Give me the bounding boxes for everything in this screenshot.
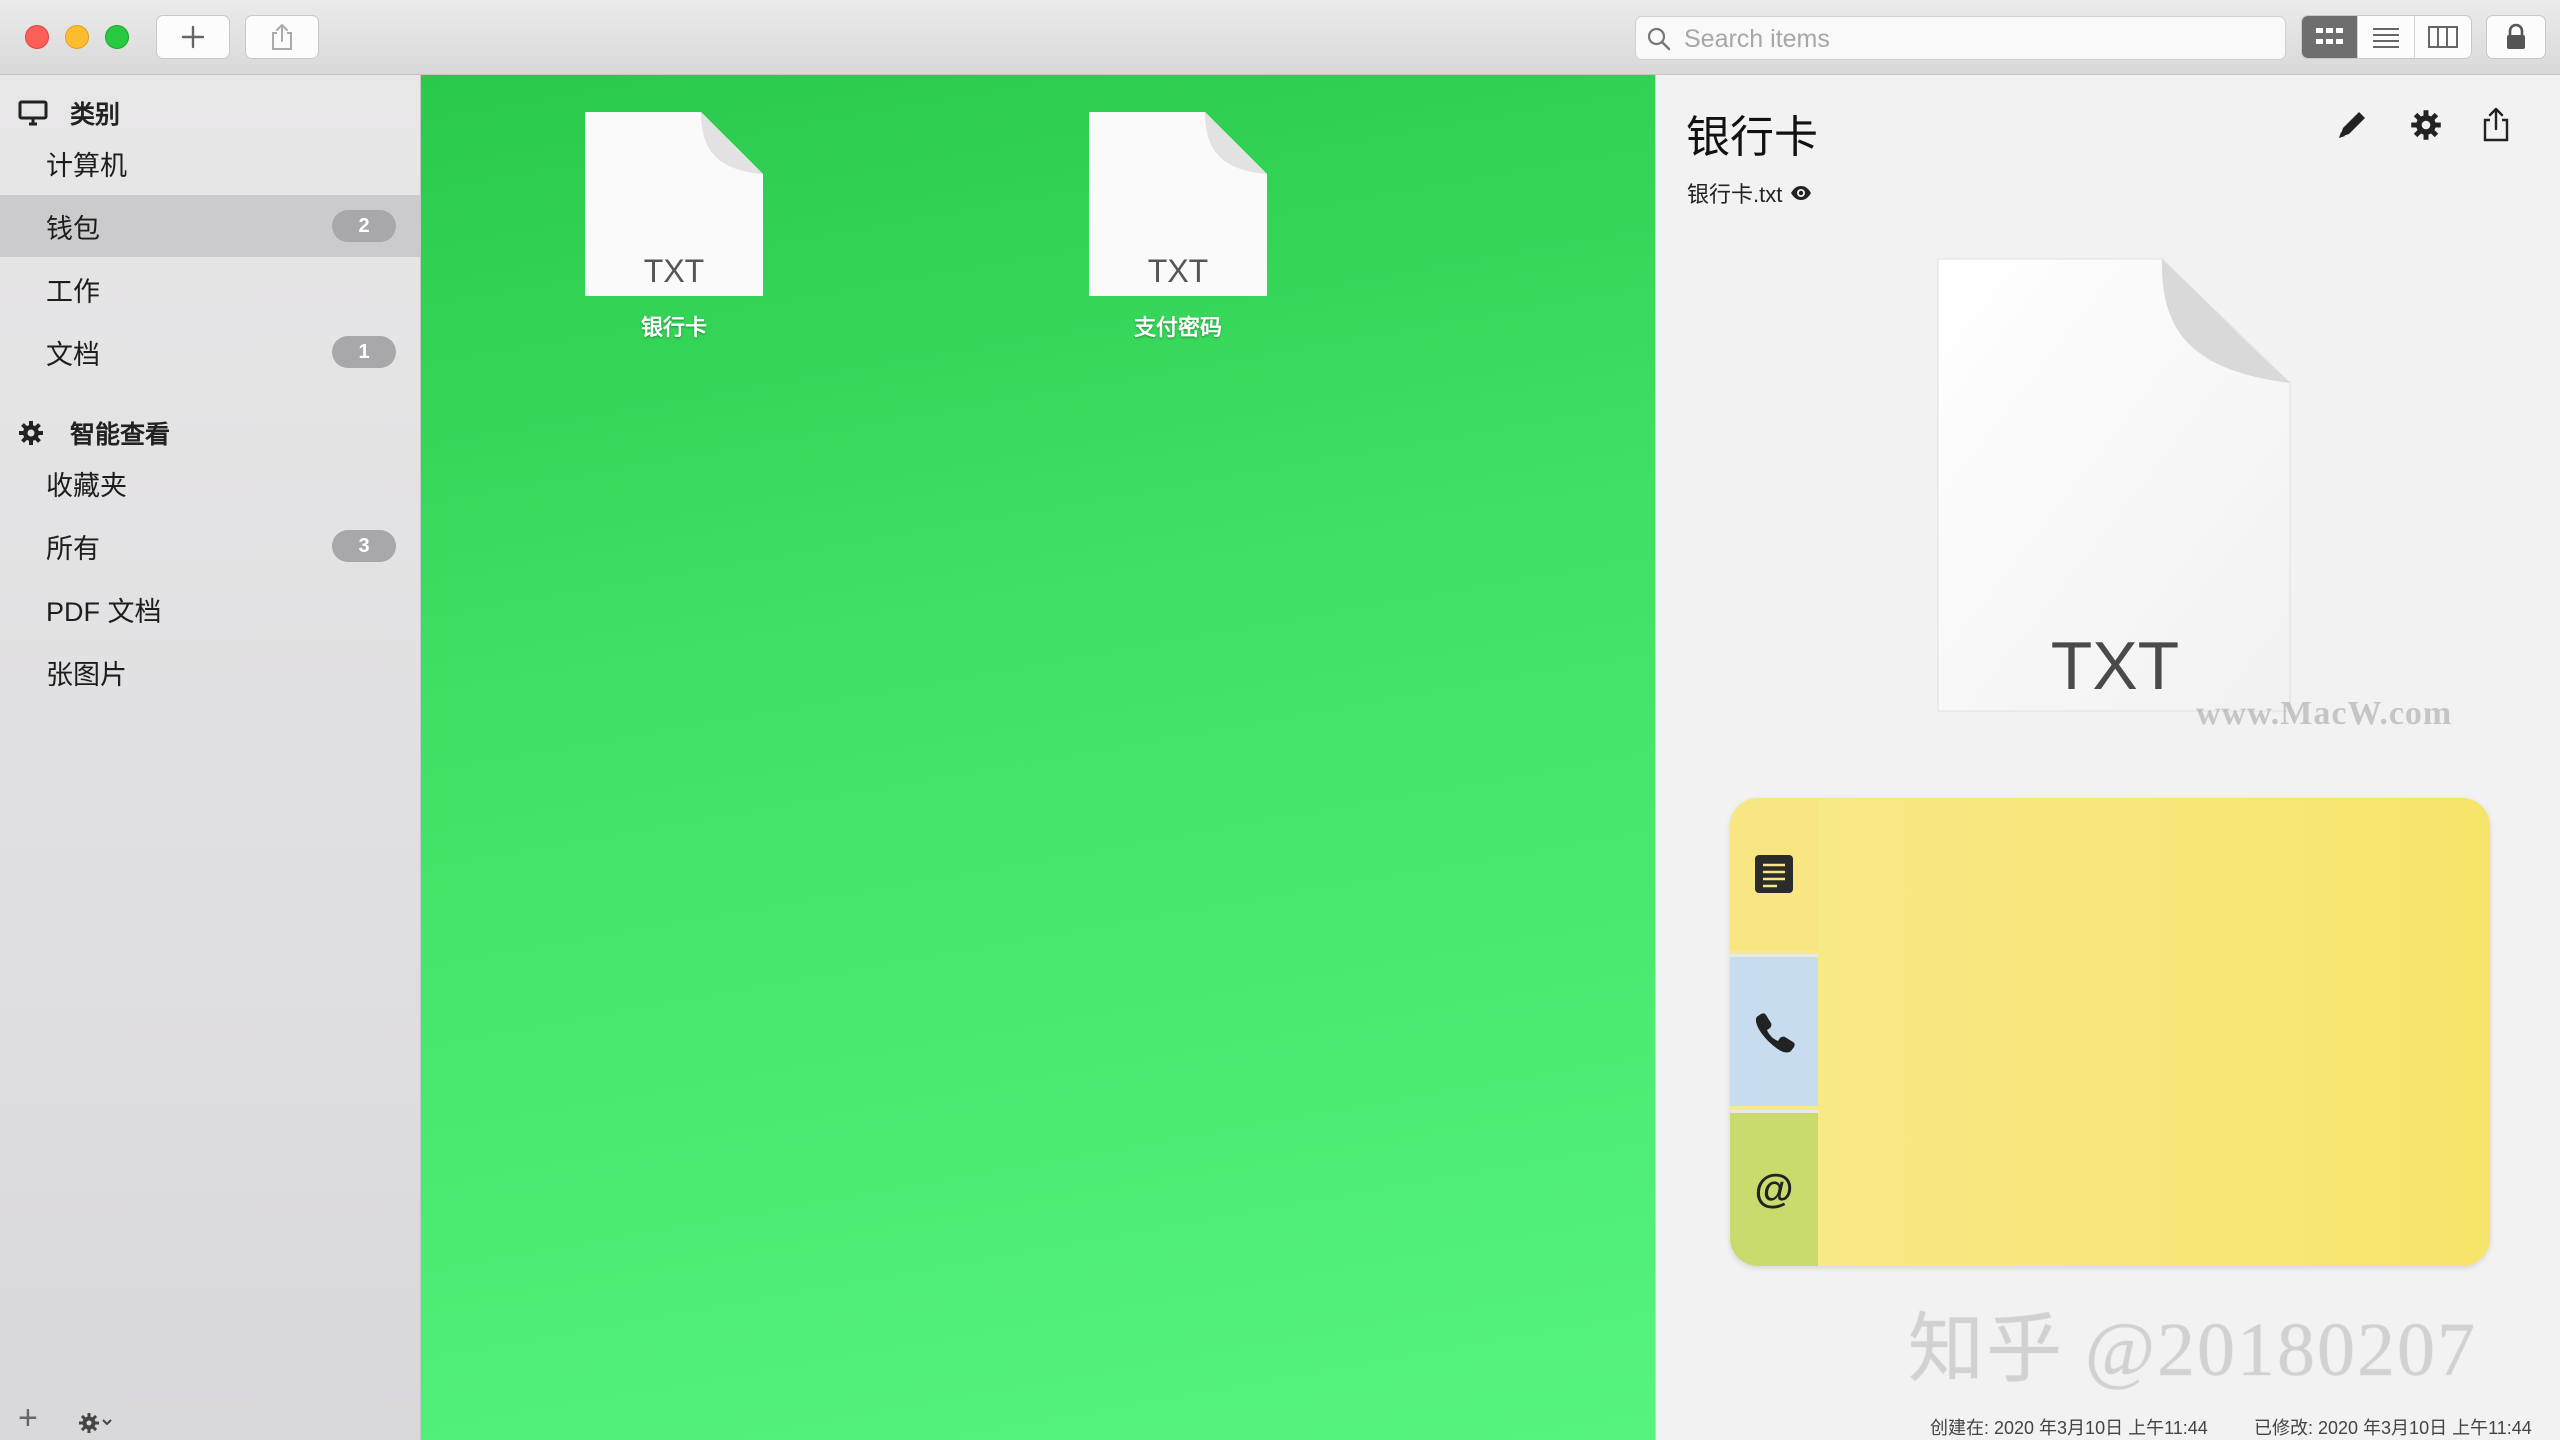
attachment-filename-label: 银行卡.txt: [1687, 182, 1783, 207]
lock-button[interactable]: [2486, 15, 2546, 59]
list-view-icon: [2373, 28, 2400, 48]
sidebar-item-label: 张图片: [46, 659, 127, 690]
sidebar-item-label: 工作: [46, 276, 100, 307]
sidebar-item-wallet[interactable]: 钱包 2: [0, 195, 420, 257]
item-card: @: [1730, 798, 2490, 1266]
sidebar-item-label: 钱包: [46, 213, 100, 244]
title-bar: [0, 0, 2560, 75]
created-date: 创建在: 2020 年3月10日 上午11:44: [1930, 1418, 2208, 1438]
add-category-button[interactable]: +: [18, 1399, 38, 1438]
sidebar-settings-button[interactable]: [78, 1412, 114, 1434]
share-icon: [272, 24, 292, 50]
attachment-filename[interactable]: 银行卡.txt: [1687, 177, 1812, 209]
sidebar-item-label: 所有: [46, 533, 100, 564]
detail-panel: 银行卡 银行卡.txt TXT www.MacW.com @ 知乎 @20180…: [1655, 75, 2560, 1440]
plus-icon: [181, 25, 205, 49]
sidebar-item-documents[interactable]: 文档 1: [0, 321, 420, 383]
sidebar-item-label: 计算机: [46, 150, 127, 181]
export-button[interactable]: [2476, 105, 2516, 145]
edit-button[interactable]: [2332, 105, 2372, 145]
file-preview[interactable]: TXT: [1934, 255, 2296, 717]
view-mode-switcher: [2301, 15, 2472, 59]
grid-view-button[interactable]: [2302, 16, 2359, 58]
items-grid: TXT 银行卡 TXT 支付密码: [421, 75, 1655, 1440]
count-badge: 3: [332, 530, 396, 562]
sidebar-item-computer[interactable]: 计算机: [0, 132, 420, 194]
search-input[interactable]: [1682, 21, 2276, 57]
minimize-window-button[interactable]: [65, 25, 89, 49]
share-button[interactable]: [245, 15, 319, 59]
notes-tab[interactable]: [1730, 798, 1818, 950]
add-item-button[interactable]: [156, 15, 230, 59]
settings-gear-icon: [2411, 110, 2441, 140]
item-settings-button[interactable]: [2406, 105, 2446, 145]
phone-icon: [1755, 1012, 1795, 1052]
column-view-icon: [2427, 26, 2458, 48]
sidebar-footer: +: [0, 1394, 420, 1440]
timestamps-footer: 创建在: 2020 年3月10日 上午11:44 已修改: 2020 年3月10…: [1656, 1414, 2550, 1440]
count-badge: 1: [332, 336, 396, 368]
site-watermark: www.MacW.com: [2196, 695, 2453, 732]
eye-icon[interactable]: [1790, 185, 1812, 201]
search-icon: [1647, 27, 1671, 51]
categories-header: 类别: [18, 95, 120, 131]
sidebar-item-images[interactable]: 张图片: [0, 641, 420, 703]
sidebar-item-label: 文档: [46, 339, 100, 370]
sidebar-item-all[interactable]: 所有 3: [0, 515, 420, 577]
file-type-label: TXT: [643, 253, 705, 289]
credit-watermark: 知乎 @20180207: [1908, 1308, 2477, 1392]
export-icon: [2483, 107, 2509, 142]
close-window-button[interactable]: [25, 25, 49, 49]
count-badge: 2: [332, 210, 396, 242]
sidebar-item-pdf[interactable]: PDF 文档: [0, 578, 420, 640]
monitor-icon: [18, 100, 52, 126]
sidebar-item-work[interactable]: 工作: [0, 258, 420, 320]
sidebar-item-favorites[interactable]: 收藏夹: [0, 452, 420, 514]
smart-view-header-label: 智能查看: [70, 421, 171, 449]
pencil-icon: [2339, 112, 2365, 138]
txt-file-icon: TXT: [583, 110, 765, 298]
sidebar-item-label: PDF 文档: [46, 596, 162, 627]
categories-header-label: 类别: [70, 101, 121, 129]
file-type-label: TXT: [1147, 253, 1209, 289]
email-tab[interactable]: @: [1730, 1110, 1818, 1266]
file-item[interactable]: TXT 银行卡: [574, 110, 774, 342]
file-name: 支付密码: [1133, 315, 1222, 340]
sidebar-item-label: 收藏夹: [46, 470, 127, 501]
column-view-button[interactable]: [2415, 16, 2471, 58]
file-item[interactable]: TXT 支付密码: [1078, 110, 1278, 342]
notes-icon: [1755, 855, 1793, 893]
phone-tab[interactable]: [1730, 954, 1818, 1106]
preview-type-label: TXT: [2050, 628, 2180, 704]
grid-view-icon: [2315, 28, 2343, 44]
txt-file-icon: TXT: [1087, 110, 1269, 298]
search-field[interactable]: [1635, 16, 2286, 60]
gear-icon: [79, 1413, 112, 1433]
modified-date: 已修改: 2020 年3月10日 上午11:44: [2254, 1418, 2532, 1438]
gear-icon: [18, 420, 52, 446]
zoom-window-button[interactable]: [105, 25, 129, 49]
smart-view-header: 智能查看: [18, 415, 170, 451]
sidebar: 类别 计算机 钱包 2 工作 文档 1 智能查看 收藏夹 所有 3 PDF 文档…: [0, 75, 421, 1440]
file-name: 银行卡: [640, 315, 707, 340]
lock-icon: [2507, 23, 2525, 49]
list-view-button[interactable]: [2358, 16, 2415, 58]
item-title: 银行卡: [1686, 113, 1818, 162]
at-icon: @: [1754, 1167, 1794, 1211]
